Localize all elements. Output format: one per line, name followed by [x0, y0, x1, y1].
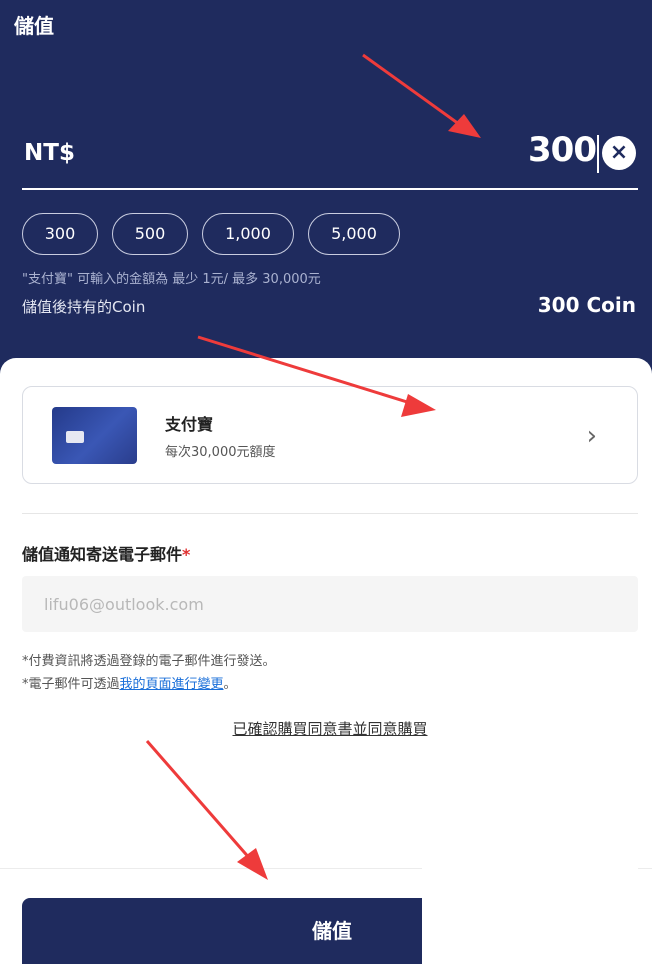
chevron-right-icon: ›: [586, 421, 597, 451]
email-note-2: *電子郵件可透過我的頁面進行變更。: [22, 673, 237, 692]
note-prefix: *電子郵件可透過: [22, 677, 120, 692]
close-circle-icon[interactable]: ×: [602, 136, 636, 170]
divider: [22, 513, 638, 514]
page-title: 儲值: [14, 14, 54, 38]
email-label-text: 儲值通知寄送電子郵件: [22, 545, 183, 564]
email-field[interactable]: [22, 576, 638, 632]
amount-input[interactable]: 300: [528, 130, 597, 170]
text-caret: [597, 135, 599, 173]
coin-value: 300 Coin: [537, 293, 636, 317]
preset-5000-button[interactable]: 5,000: [308, 213, 400, 255]
submit-button[interactable]: 儲值: [22, 898, 422, 964]
payment-method-card[interactable]: 支付寶 每次30,000元額度 ›: [22, 386, 638, 484]
top-panel: 儲值 NT$ 300 × 300 500 1,000 5,000 "支付寶" 可…: [0, 0, 652, 380]
currency-label: NT$: [24, 140, 75, 166]
email-note-1: *付費資訊將透過登錄的電子郵件進行發送。: [22, 654, 276, 669]
note-suffix: 。: [223, 677, 237, 692]
preset-amounts: 300 500 1,000 5,000: [22, 213, 400, 255]
payment-subtitle: 每次30,000元額度: [165, 445, 276, 460]
preset-500-button[interactable]: 500: [112, 213, 188, 255]
my-page-link[interactable]: 我的頁面進行變更: [120, 677, 224, 692]
email-label: 儲值通知寄送電子郵件*: [22, 541, 190, 565]
limit-hint: "支付寶" 可輸入的金額為 最少 1元/ 最多 30,000元: [22, 272, 321, 287]
coin-label: 儲值後持有的Coin: [22, 298, 146, 316]
payment-name: 支付寶: [165, 415, 214, 434]
credit-card-icon: [52, 407, 137, 464]
overlay-patch: [422, 868, 638, 964]
required-mark: *: [182, 545, 191, 564]
preset-300-button[interactable]: 300: [22, 213, 98, 255]
agreement-link[interactable]: 已確認購買同意書並同意購買: [0, 718, 652, 739]
card-chip: [66, 431, 84, 443]
preset-1000-button[interactable]: 1,000: [202, 213, 294, 255]
amount-underline: [22, 188, 638, 190]
